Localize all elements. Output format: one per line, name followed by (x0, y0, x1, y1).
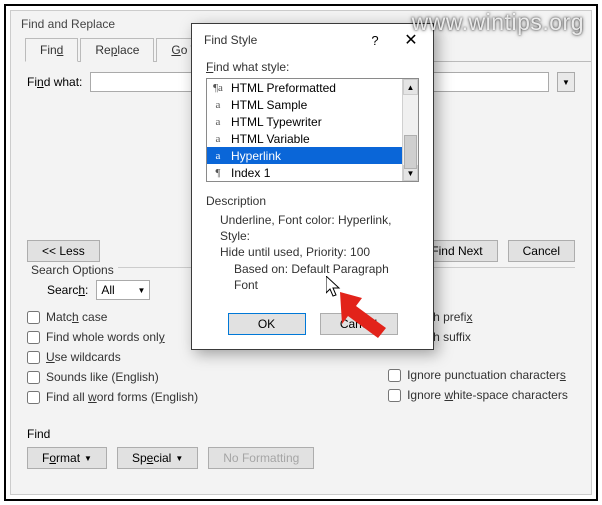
format-button[interactable]: Format▼ (27, 447, 107, 469)
find-what-dropdown[interactable]: ▼ (557, 72, 575, 92)
no-formatting-button[interactable]: No Formatting (208, 447, 314, 469)
list-item-hyperlink[interactable]: aHyperlink (207, 147, 402, 164)
list-item-html-variable[interactable]: aHTML Variable (207, 130, 402, 147)
ok-button[interactable]: OK (228, 313, 306, 335)
chevron-down-icon: ▼ (137, 286, 145, 295)
character-icon: a (211, 99, 225, 111)
find-what-label: Find what: (27, 75, 82, 89)
list-item-html-typewriter[interactable]: aHTML Typewriter (207, 113, 402, 130)
find-section-title: Find (27, 427, 575, 441)
use-wildcards-checkbox[interactable]: Use wildcards (27, 350, 198, 364)
search-direction-value: All (101, 283, 114, 297)
search-options-title: Search Options (27, 263, 118, 277)
listbox-scrollbar[interactable]: ▲ ▼ (402, 79, 418, 181)
modal-titlebar: Find Style ? ✕ (192, 24, 433, 56)
find-what-style-label: Find what style: (206, 60, 419, 74)
description-label: Description (206, 194, 419, 208)
paragraph-icon: ¶ (211, 167, 225, 179)
sounds-like-checkbox[interactable]: Sounds like (English) (27, 370, 198, 384)
character-icon: a (211, 116, 225, 128)
style-listbox[interactable]: ¶aHTML Preformatted aHTML Sample aHTML T… (206, 78, 419, 182)
list-item-html-sample[interactable]: aHTML Sample (207, 96, 402, 113)
character-icon: a (211, 133, 225, 145)
tab-replace[interactable]: Replace (80, 38, 154, 62)
search-direction-select[interactable]: All ▼ (96, 280, 150, 300)
special-button[interactable]: Special▼ (117, 447, 198, 469)
help-button[interactable]: ? (359, 30, 391, 50)
match-case-checkbox[interactable]: Match case (27, 310, 198, 324)
modal-title: Find Style (204, 33, 359, 47)
description-text: Underline, Font color: Hyperlink, Style:… (220, 212, 413, 293)
close-button[interactable]: ✕ (395, 30, 427, 50)
less-button[interactable]: << Less (27, 240, 100, 262)
list-item-index1[interactable]: ¶Index 1 (207, 164, 402, 181)
list-item-html-preformatted[interactable]: ¶aHTML Preformatted (207, 79, 402, 96)
scroll-thumb[interactable] (404, 135, 417, 169)
word-forms-checkbox[interactable]: Find all word forms (English) (27, 390, 198, 404)
cancel-button-main[interactable]: Cancel (508, 240, 575, 262)
scroll-up-button[interactable]: ▲ (403, 79, 418, 95)
character-icon: a (211, 150, 225, 162)
find-formatting-section: Find Format▼ Special▼ No Formatting (27, 427, 575, 469)
options-left-column: Match case Find whole words only Use wil… (27, 310, 198, 404)
tab-find[interactable]: Find (25, 38, 78, 62)
scroll-track[interactable] (403, 95, 418, 165)
modal-body: Find what style: ¶aHTML Preformatted aHT… (192, 56, 433, 349)
cancel-button-modal[interactable]: Cancel (320, 313, 398, 335)
paragraph-icon: ¶a (211, 82, 225, 94)
whole-words-checkbox[interactable]: Find whole words only (27, 330, 198, 344)
ignore-punct-checkbox[interactable]: Ignore punctuation characters (388, 368, 568, 382)
find-style-dialog: Find Style ? ✕ Find what style: ¶aHTML P… (191, 23, 434, 350)
ignore-whitespace-checkbox[interactable]: Ignore white-space characters (388, 388, 568, 402)
search-direction-label: Search: (47, 283, 88, 297)
